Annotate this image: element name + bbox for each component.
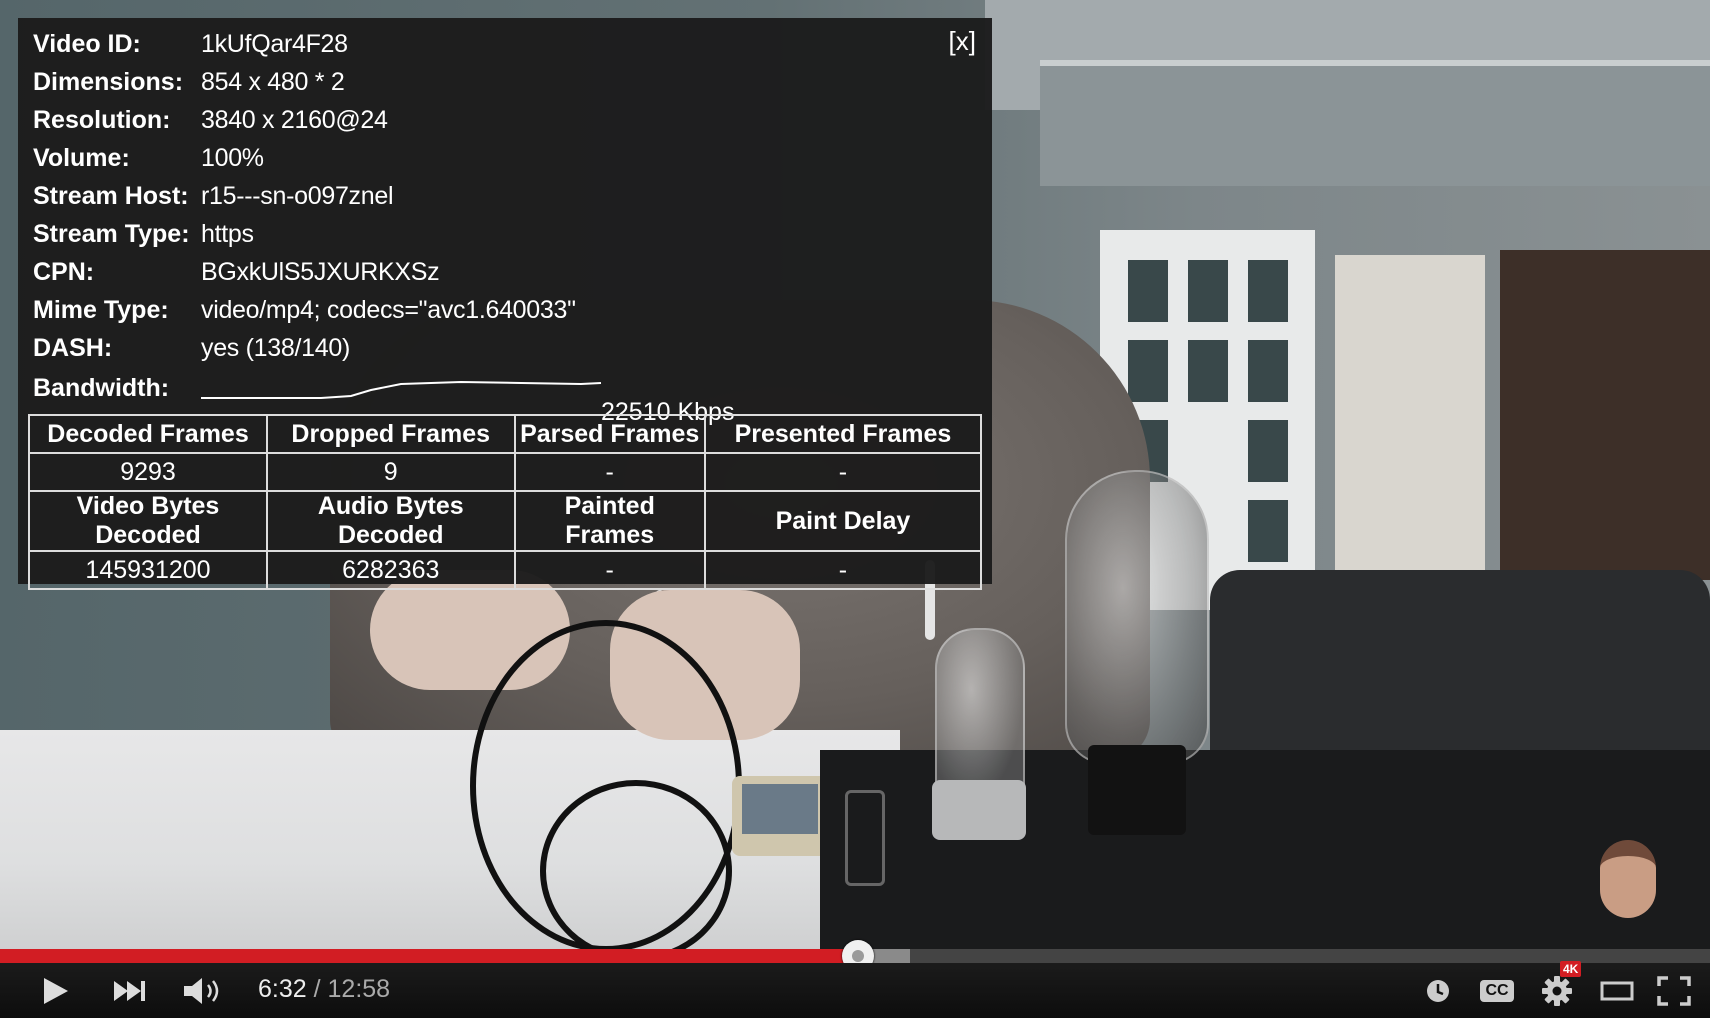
door-pane xyxy=(1128,260,1168,322)
large-vacuum-tube xyxy=(1065,470,1209,764)
volume-icon xyxy=(184,977,219,1004)
captions-icon: CC xyxy=(1480,979,1514,1002)
time-separator: / xyxy=(306,975,328,1003)
play-icon xyxy=(44,977,68,1004)
table-header-cell: Dropped Frames xyxy=(266,414,516,454)
table-cell: 9293 xyxy=(28,452,268,492)
large-tube-socket xyxy=(1088,745,1186,835)
table-header-cell: Painted Frames xyxy=(513,490,706,552)
door-pane xyxy=(1128,340,1168,402)
stat-label: Stream Host: xyxy=(33,182,189,210)
stat-value: BGxkUlS5JXURKXSz xyxy=(201,258,440,286)
stat-label: Resolution: xyxy=(33,106,171,134)
channel-watermark-avatar[interactable] xyxy=(1600,840,1656,918)
table-header-cell: Paint Delay xyxy=(703,490,983,552)
table-header-cell: Parsed Frames xyxy=(513,414,706,454)
time-display: 6:32 / 12:58 xyxy=(258,975,390,1004)
fullscreen-button[interactable] xyxy=(1652,963,1696,1018)
progress-bar[interactable] xyxy=(0,940,1710,972)
table-header-cell: Presented Frames xyxy=(703,414,983,454)
bandwidth-graph xyxy=(201,380,602,399)
next-button[interactable] xyxy=(105,963,155,1018)
stat-label: Mime Type: xyxy=(33,296,169,324)
stat-label: CPN: xyxy=(33,258,95,286)
ceiling-recess xyxy=(1040,60,1710,186)
current-time: 6:32 xyxy=(258,975,307,1003)
fullscreen-icon xyxy=(1657,975,1691,1006)
stat-value: https xyxy=(201,220,254,248)
stats-for-nerds-panel: [x] Video ID: 1kUfQar4F28 Dimensions: 85… xyxy=(18,18,992,590)
table-cell: 9 xyxy=(266,452,516,492)
door-pane xyxy=(1248,420,1288,482)
player-controls: 6:32 / 12:58 CC 4K xyxy=(0,961,1710,1018)
amplifier-logo-plate xyxy=(845,790,885,886)
stat-value: 3840 x 2160@24 xyxy=(201,106,388,134)
stat-value: yes (138/140) xyxy=(201,334,350,362)
table-row: 9293 9 - - xyxy=(28,452,983,492)
table-row: 145931200 6282363 - - xyxy=(28,550,983,590)
settings-icon xyxy=(1542,975,1572,1006)
small-tube-socket xyxy=(932,780,1026,840)
stat-label: Dimensions: xyxy=(33,68,184,96)
table-cell: - xyxy=(513,452,706,492)
table-cell: 6282363 xyxy=(266,550,516,590)
next-icon xyxy=(114,980,145,1001)
stat-label: DASH: xyxy=(33,334,113,362)
table-row: Decoded Frames Dropped Frames Parsed Fra… xyxy=(28,414,983,454)
close-stats-button[interactable]: [x] xyxy=(949,26,976,57)
table-row: Video Bytes Decoded Audio Bytes Decoded … xyxy=(28,490,983,552)
stat-label: Video ID: xyxy=(33,30,141,58)
stat-value: 1kUfQar4F28 xyxy=(201,30,348,58)
theater-mode-icon xyxy=(1600,981,1634,1000)
theater-mode-button[interactable] xyxy=(1595,963,1639,1018)
volume-button[interactable] xyxy=(178,963,228,1018)
stat-value: r15---sn-o097znel xyxy=(201,182,394,210)
stat-value: 100% xyxy=(201,144,264,172)
small-vacuum-tube xyxy=(935,628,1025,802)
table-cell: - xyxy=(703,452,983,492)
stat-value: video/mp4; codecs="avc1.640033" xyxy=(201,296,576,324)
door-pane xyxy=(1248,500,1288,562)
smartphone-screen xyxy=(742,784,818,834)
captions-button[interactable]: CC xyxy=(1475,963,1519,1018)
quality-badge: 4K xyxy=(1560,961,1582,977)
table-cell: 145931200 xyxy=(28,550,268,590)
door-pane xyxy=(1248,260,1288,322)
progress-played xyxy=(0,949,859,963)
stat-label: Bandwidth: xyxy=(33,374,170,402)
cable xyxy=(540,780,732,962)
stat-label: Volume: xyxy=(33,144,130,172)
adjacent-room xyxy=(1500,250,1710,580)
stat-value: 854 x 480 * 2 xyxy=(201,68,345,96)
door-pane xyxy=(1188,260,1228,322)
duration: 12:58 xyxy=(327,975,391,1003)
scrubber-dot xyxy=(852,950,865,962)
play-button[interactable] xyxy=(30,963,80,1018)
interior-door xyxy=(1335,255,1485,615)
table-header-cell: Decoded Frames xyxy=(28,414,268,454)
frame-stats-table: Decoded Frames Dropped Frames Parsed Fra… xyxy=(28,414,983,590)
table-header-cell: Audio Bytes Decoded xyxy=(266,490,516,552)
watch-later-button[interactable] xyxy=(1418,963,1458,1018)
table-cell: - xyxy=(513,550,706,590)
door-pane xyxy=(1248,340,1288,402)
table-cell: - xyxy=(703,550,983,590)
door-pane xyxy=(1188,340,1228,402)
stat-label: Stream Type: xyxy=(33,220,190,248)
table-header-cell: Video Bytes Decoded xyxy=(28,490,268,552)
watch-later-icon xyxy=(1427,979,1449,1002)
